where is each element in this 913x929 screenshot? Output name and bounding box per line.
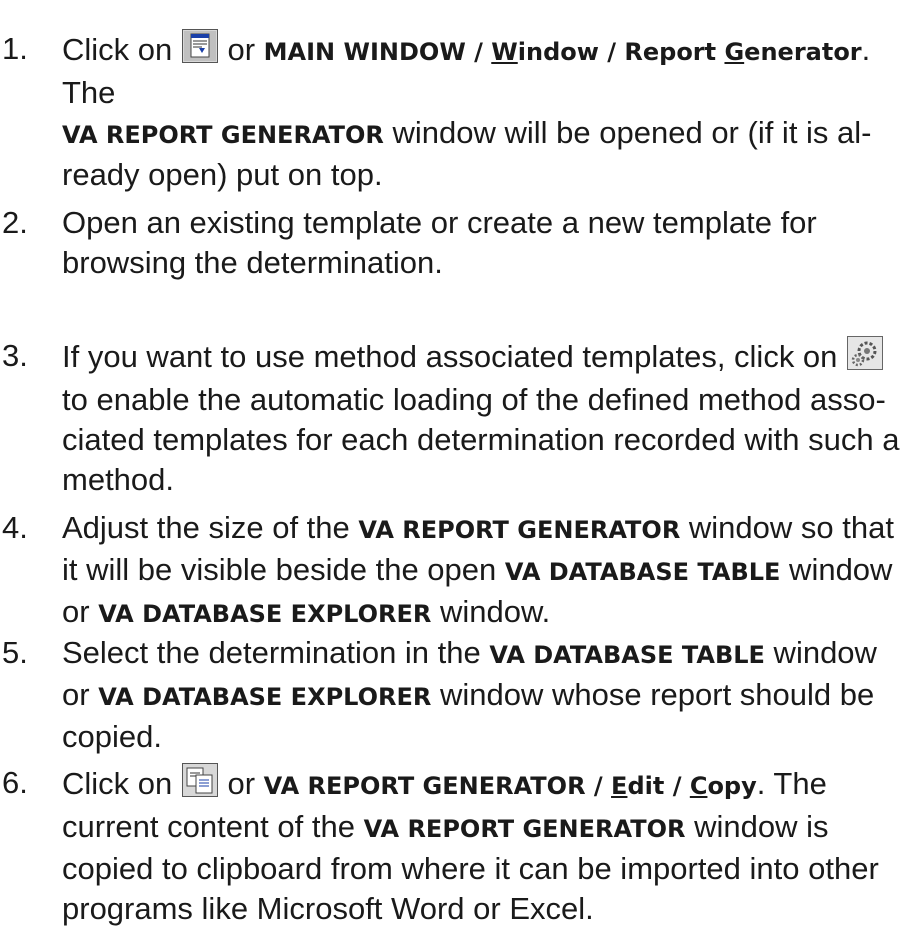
instruction-text: . The [756,766,827,801]
instruction-text: Click on [62,32,181,67]
ui-element-name: VA REPORT GENERATOR [358,516,681,544]
instruction-text: it will be visible beside the open [62,552,505,587]
menu-accelerator-key: W [491,38,518,66]
instruction-text: or [62,677,99,712]
step-text: Select the determination in the VA DATAB… [62,633,913,757]
menu-accelerator-key: C [689,772,708,800]
menu-accelerator-key: E [611,772,628,800]
instruction-text: copied. [62,719,162,754]
ui-element-name: VA REPORT GENERATOR [363,815,686,843]
instruction-text: If you want to use method associated tem… [62,339,847,374]
ui-element-name: opy [707,772,757,800]
gears-icon [847,336,884,380]
instruction-text: or [62,594,99,629]
ui-element-name: VA DATABASE TABLE [489,641,765,669]
instruction-text: programs like Microsoft Word or Excel. [62,891,594,926]
step-text: Click on or VA REPORT GENERATOR / Edit /… [62,763,913,929]
instruction-text: window [780,552,893,587]
step-text: If you want to use method associated tem… [62,336,913,500]
ui-element-name: MAIN WINDOW / [263,38,492,66]
instruction-text: Click on [62,766,181,801]
instruction-text: copied to clipboard from where it can be… [62,851,879,886]
instruction-text: Select the determination in the [62,635,490,670]
instruction-text: window [764,635,877,670]
step-number: 6. [2,765,28,800]
step-number: 4. [2,510,28,545]
menu-accelerator-key: G [724,38,745,66]
ui-element-name: VA REPORT GENERATOR / [263,772,612,800]
instruction-text: Adjust the size of the [62,510,359,545]
instruction-text: window whose report should be [431,677,875,712]
step-text: Open an existing template or create a ne… [62,203,913,283]
ui-element-name: VA DATABASE EXPLORER [98,600,432,628]
instruction-text: ciated templates for each determination … [62,422,900,457]
instruction-text: or [218,32,264,67]
instruction-text: window. [431,594,551,629]
step-number: 5. [2,635,28,670]
step-number: 2. [2,205,28,240]
ui-element-name: VA DATABASE EXPLORER [98,683,432,711]
instruction-text: browsing the determination. [62,245,443,280]
step-text: Click on or MAIN WINDOW / Window / Repor… [62,29,913,195]
instruction-text: window will be opened or (if it is al- [383,115,872,150]
report-generator-icon [181,29,218,73]
ui-element-name: dit / [627,772,690,800]
instruction-text: window is [685,809,829,844]
ui-element-name: VA DATABASE TABLE [504,558,781,586]
step-number: 1. [2,31,28,66]
copy-icon [181,763,218,807]
ui-element-name: enerator [744,38,862,66]
step-number: 3. [2,338,28,373]
instruction-text: ready open) put on top. [62,157,383,192]
step-text: Adjust the size of the VA REPORT GENERAT… [62,508,913,634]
ui-element-name: indow / Report [517,38,725,66]
ui-element-name: VA REPORT GENERATOR [62,121,384,149]
instruction-text: method. [62,462,175,497]
instruction-text: or [218,766,264,801]
instruction-text: window so that [680,510,894,545]
instruction-text: Open an existing template or create a ne… [62,205,817,240]
instruction-text: current content of the [62,809,364,844]
instruction-text: to enable the automatic loading of the d… [62,382,886,417]
